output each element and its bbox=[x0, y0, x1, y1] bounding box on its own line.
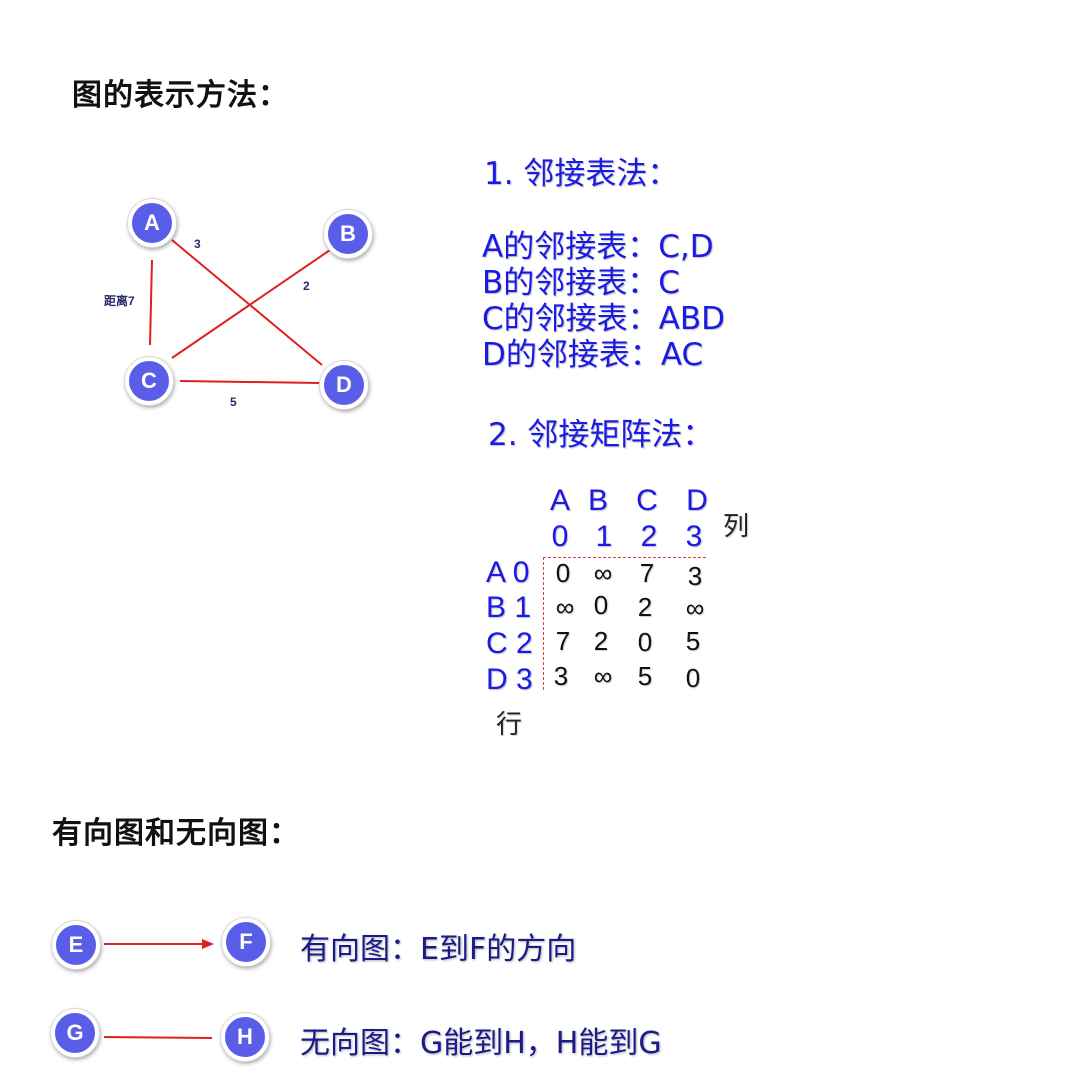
edge-label-b-c: 2 bbox=[303, 279, 310, 293]
graph-node-e: E bbox=[52, 921, 100, 969]
edge-label-a-c: 距离7 bbox=[104, 294, 135, 308]
matrix-col-index-1: 1 bbox=[595, 520, 613, 553]
edge-c-d bbox=[179, 380, 321, 384]
matrix-col-index-2: 2 bbox=[640, 520, 658, 553]
directed-graph-description: 有向图：E到F的方向 bbox=[300, 932, 577, 967]
graph-node-c: C bbox=[125, 357, 173, 405]
adjacency-list-title: 1. 邻接表法： bbox=[484, 156, 679, 192]
graph-node-g: G bbox=[51, 1009, 99, 1057]
matrix-cell: 7 bbox=[555, 626, 571, 656]
matrix-cell: 5 bbox=[685, 626, 701, 656]
edge-a-d bbox=[171, 239, 323, 366]
edge-b-c bbox=[171, 249, 331, 359]
matrix-cell: ∞ bbox=[555, 592, 575, 622]
adjacency-matrix-title: 2. 邻接矩阵法： bbox=[488, 417, 714, 453]
graph-node-d: D bbox=[320, 361, 368, 409]
matrix-cell: 2 bbox=[593, 626, 609, 656]
matrix-cell: 0 bbox=[593, 590, 609, 620]
matrix-cell: ∞ bbox=[593, 558, 613, 588]
matrix-col-letter-a: A bbox=[549, 484, 570, 517]
graph-node-a: A bbox=[128, 199, 176, 247]
edge-a-c bbox=[149, 259, 153, 346]
matrix-row-label-c: C 2 bbox=[486, 627, 533, 660]
graph-node-f: F bbox=[222, 918, 270, 966]
matrix-cell: ∞ bbox=[593, 661, 613, 691]
matrix-row-label-b: B 1 bbox=[486, 591, 532, 624]
matrix-cell: 0 bbox=[637, 627, 653, 657]
graph-node-h: H bbox=[221, 1013, 269, 1061]
matrix-col-letter-d: D bbox=[686, 484, 708, 517]
matrix-cell: ∞ bbox=[685, 593, 705, 623]
matrix-row-label-a: A 0 bbox=[486, 556, 530, 589]
matrix-cell: 3 bbox=[553, 661, 569, 691]
edge-label-c-d: 5 bbox=[230, 395, 237, 409]
graph-node-b: B bbox=[324, 210, 372, 258]
matrix-cell: 3 bbox=[687, 561, 703, 591]
undirected-graph-description: 无向图：G能到H，H能到G bbox=[300, 1026, 662, 1061]
matrix-col-index-3: 3 bbox=[685, 520, 703, 553]
matrix-col-index-0: 0 bbox=[551, 520, 569, 553]
edge-label-a-d: 3 bbox=[194, 237, 201, 251]
matrix-col-letter-b: B bbox=[587, 484, 608, 517]
adjacency-list-line-d: D的邻接表：AC bbox=[482, 337, 704, 373]
matrix-column-note: 列 bbox=[723, 512, 750, 542]
matrix-col-letter-c: C bbox=[636, 484, 658, 517]
matrix-cell: 5 bbox=[637, 661, 653, 691]
matrix-cell: 0 bbox=[555, 558, 571, 588]
matrix-row-note: 行 bbox=[496, 710, 523, 740]
matrix-cell: 7 bbox=[639, 558, 655, 588]
matrix-row-label-d: D 3 bbox=[486, 663, 533, 696]
matrix-cell: 0 bbox=[685, 663, 701, 693]
matrix-cell: 2 bbox=[637, 592, 653, 622]
edge-g-h bbox=[103, 1036, 213, 1039]
